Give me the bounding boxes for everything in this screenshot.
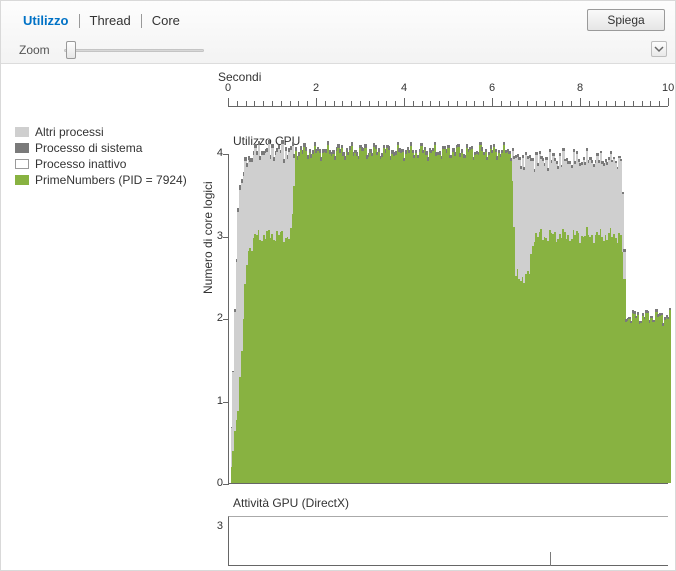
cpu-chart[interactable]: 01234	[228, 154, 668, 484]
view-tabs: Utilizzo Thread Core	[13, 11, 190, 30]
gpu-chart-title: Attività GPU (DirectX)	[233, 496, 349, 510]
legend-item-other: Altri processi	[15, 124, 187, 140]
zoom-control: Zoom	[19, 41, 204, 59]
tab-core[interactable]: Core	[142, 11, 190, 30]
slider-thumb[interactable]	[66, 41, 76, 59]
zoom-label: Zoom	[19, 43, 50, 57]
swatch-system	[15, 143, 29, 153]
legend: Altri processi Processo di sistema Proce…	[15, 124, 187, 188]
tab-utilizzo[interactable]: Utilizzo	[13, 11, 79, 30]
legend-item-system: Processo di sistema	[15, 140, 187, 156]
legend-label: PrimeNumbers (PID = 7924)	[35, 173, 187, 187]
toolbar: Utilizzo Thread Core Spiega Zoom	[1, 1, 675, 64]
time-ruler[interactable]: 0246810	[228, 86, 668, 114]
legend-label: Processo di sistema	[35, 141, 142, 155]
gpu-chart[interactable]: 3	[228, 516, 668, 566]
swatch-other	[15, 127, 29, 137]
slider-track	[64, 49, 204, 52]
legend-label: Processo inattivo	[35, 157, 126, 171]
legend-item-prime: PrimeNumbers (PID = 7924)	[15, 172, 187, 188]
profiler-window: Utilizzo Thread Core Spiega Zoom Secondi…	[0, 0, 676, 571]
swatch-prime	[15, 175, 29, 185]
ruler-baseline	[228, 106, 668, 107]
legend-item-idle: Processo inattivo	[15, 156, 187, 172]
plot-area: Secondi 0246810 Altri processi Processo …	[1, 64, 675, 570]
tab-thread[interactable]: Thread	[80, 11, 141, 30]
scroll-down-button[interactable]	[651, 41, 667, 57]
explain-button[interactable]: Spiega	[587, 9, 665, 31]
swatch-idle	[15, 159, 29, 169]
legend-label: Altri processi	[35, 125, 104, 139]
zoom-slider[interactable]	[64, 41, 204, 59]
